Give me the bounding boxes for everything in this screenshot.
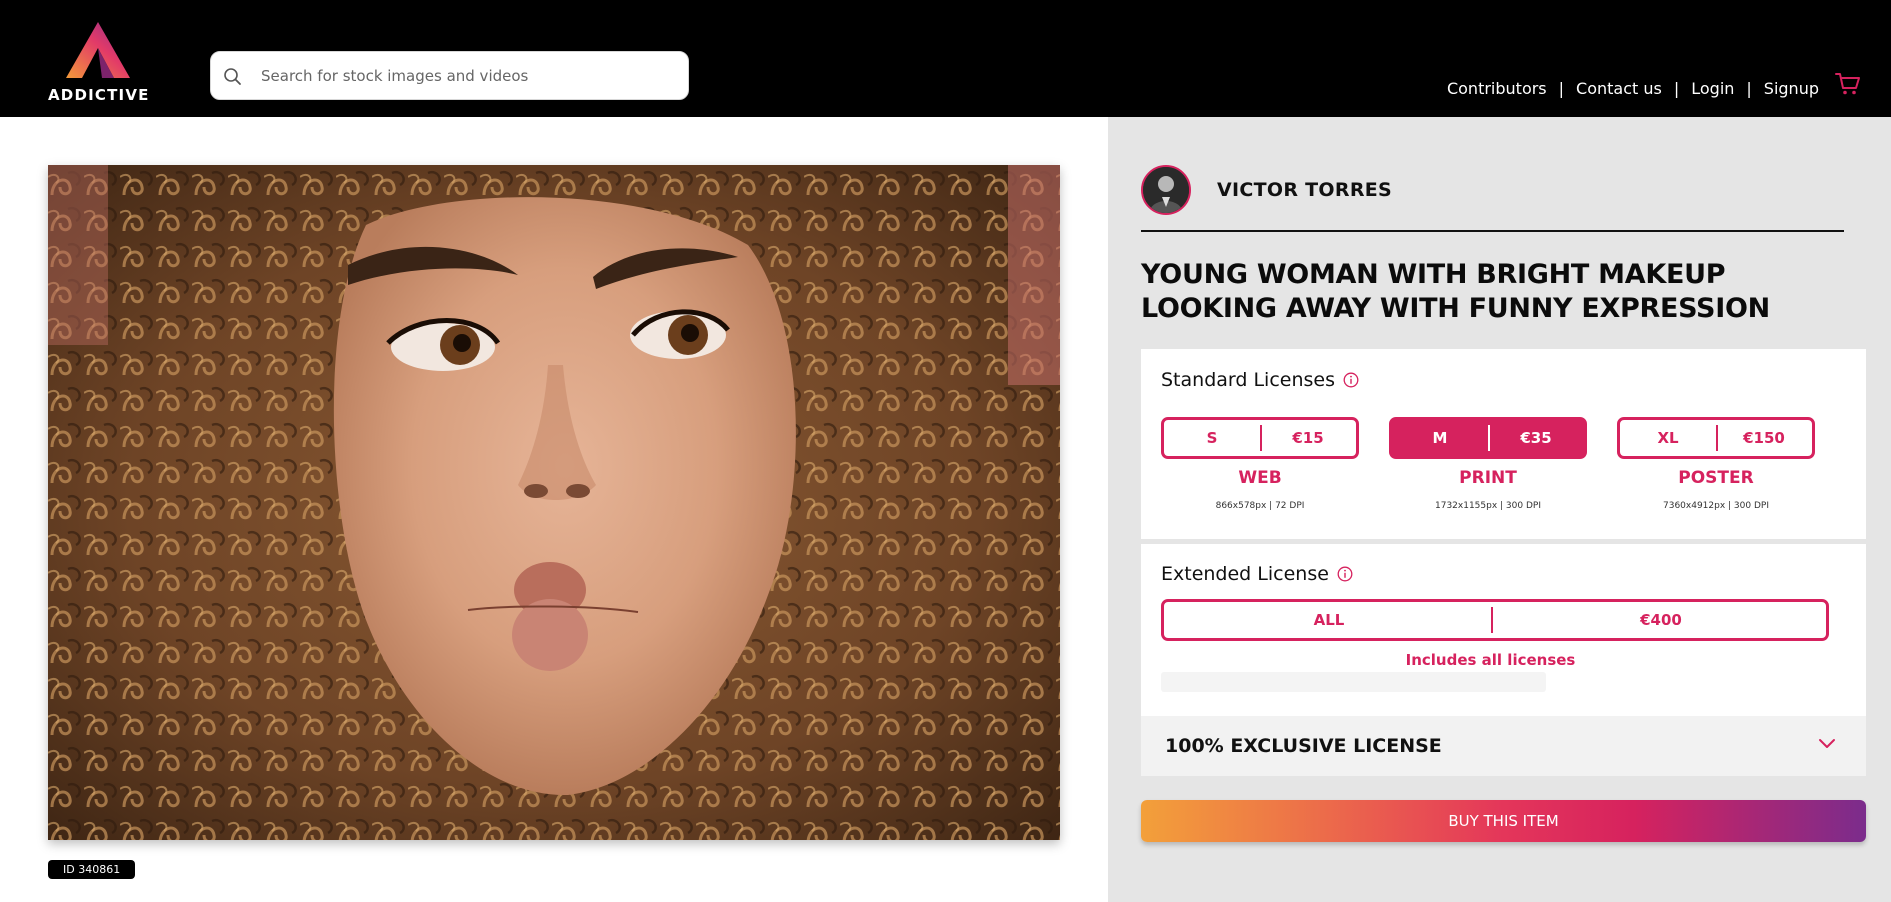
standard-licenses-heading: Standard Licenses — [1161, 369, 1359, 391]
top-nav: Contributors | Contact us | Login | Sign… — [1447, 73, 1861, 100]
license-price: €150 — [1743, 429, 1785, 447]
license-size: XL — [1657, 429, 1679, 447]
license-price: €400 — [1640, 611, 1682, 629]
license-size: ALL — [1313, 611, 1345, 629]
license-option-m[interactable]: M €35 — [1389, 417, 1587, 459]
license-size: M — [1432, 429, 1448, 447]
author-block[interactable]: VICTOR TORRES — [1141, 165, 1392, 215]
license-dimensions: 1732x1155px | 300 DPI — [1435, 501, 1541, 511]
brand-name: ADDICTIVE — [48, 86, 150, 104]
placeholder-bar — [1161, 672, 1546, 692]
logo-mark-icon — [66, 22, 130, 78]
license-price: €15 — [1292, 429, 1324, 447]
extended-license-title: Extended License — [1161, 563, 1329, 585]
nav-contact-us[interactable]: Contact us — [1576, 79, 1662, 98]
license-option-s[interactable]: S €15 — [1161, 417, 1359, 459]
standard-licenses-title: Standard Licenses — [1161, 369, 1336, 391]
top-header: ADDICTIVE Contributors | Contact us | Lo… — [0, 0, 1891, 117]
info-icon[interactable] — [1343, 372, 1359, 388]
license-use-label: WEB — [1238, 468, 1282, 488]
cart-icon[interactable] — [1835, 72, 1861, 96]
nav-signup[interactable]: Signup — [1764, 79, 1819, 98]
exclusive-license-label: 100% EXCLUSIVE LICENSE — [1165, 735, 1442, 757]
search-input[interactable] — [251, 52, 671, 99]
avatar[interactable] — [1141, 165, 1191, 215]
chevron-down-icon[interactable] — [1818, 738, 1836, 750]
license-use-label: POSTER — [1678, 468, 1754, 488]
nav-contributors[interactable]: Contributors — [1447, 79, 1547, 98]
nav-separator: | — [1558, 78, 1565, 98]
nav-login[interactable]: Login — [1691, 79, 1734, 98]
photo-image — [48, 165, 1060, 840]
license-price: €35 — [1520, 429, 1552, 447]
exclusive-license-accordion[interactable]: 100% EXCLUSIVE LICENSE — [1141, 716, 1866, 776]
license-option-all[interactable]: ALL €400 — [1161, 599, 1829, 641]
license-dimensions: 7360x4912px | 300 DPI — [1663, 501, 1769, 511]
extended-license-heading: Extended License — [1161, 563, 1353, 585]
divider — [1141, 230, 1844, 232]
search-icon[interactable] — [223, 67, 243, 87]
nav-separator: | — [1673, 78, 1680, 98]
buy-button[interactable]: BUY THIS ITEM — [1141, 800, 1866, 842]
license-use-label: PRINT — [1459, 468, 1517, 488]
includes-note: Includes all licenses — [1405, 651, 1576, 669]
item-title: YOUNG WOMAN WITH BRIGHT MAKEUP LOOKING A… — [1141, 259, 1770, 324]
license-dimensions: 866x578px | 72 DPI — [1215, 501, 1305, 511]
nav-separator: | — [1746, 78, 1752, 98]
extended-license-card: Extended License ALL €400 Includes all l… — [1141, 544, 1866, 716]
photo-id-badge: ID 340861 — [48, 860, 136, 879]
info-icon[interactable] — [1337, 566, 1353, 582]
author-avatar-icon — [1143, 167, 1189, 213]
author-name[interactable]: VICTOR TORRES — [1217, 179, 1392, 201]
option-divider — [1491, 607, 1493, 633]
brand-logo[interactable]: ADDICTIVE — [48, 20, 148, 104]
standard-licenses-card: Standard Licenses S €15 WEB 866x578px | … — [1141, 349, 1866, 539]
stock-photo[interactable] — [48, 165, 1060, 840]
license-option-xl[interactable]: XL €150 — [1617, 417, 1815, 459]
search-bar[interactable] — [210, 51, 689, 100]
license-size: S — [1206, 429, 1218, 447]
